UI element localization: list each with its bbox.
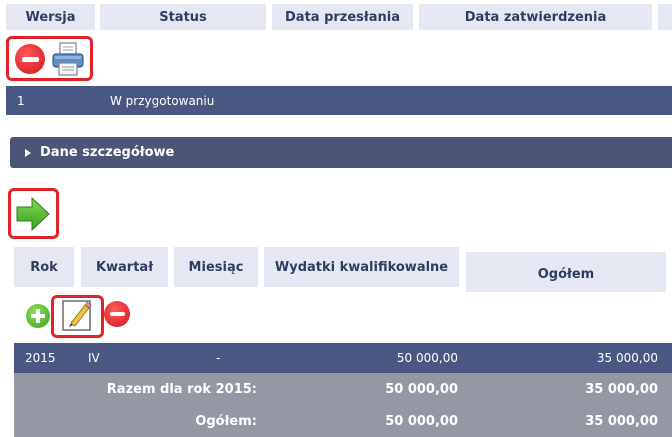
col-header-status: Status xyxy=(100,4,266,30)
version-row[interactable]: 1 W przygotowaniu xyxy=(6,86,672,115)
col-header-version: Wersja xyxy=(6,4,95,30)
triangle-right-icon xyxy=(25,148,31,157)
minus-icon xyxy=(109,312,125,316)
cell-year: 2015 xyxy=(25,351,56,365)
version-number: 1 xyxy=(17,94,25,108)
grand-total-row: Ogółem: 50 000,00 35 000,00 xyxy=(14,405,672,437)
col-header-extra xyxy=(658,4,672,30)
arrow-right-icon xyxy=(16,196,50,232)
col-header-year: Rok xyxy=(14,247,74,287)
col-header-approved-date: Data zatwierdzenia xyxy=(419,4,652,30)
cell-quarter: IV xyxy=(88,351,100,365)
cell-total: 35 000,00 xyxy=(596,351,658,365)
year-sum-label: Razem dla rok 2015: xyxy=(106,381,257,397)
delete-version-button[interactable] xyxy=(15,44,45,74)
grand-total-total: 35 000,00 xyxy=(585,413,658,429)
grand-total-eligible: 50 000,00 xyxy=(385,413,458,429)
cell-eligible: 50 000,00 xyxy=(396,351,458,365)
print-button[interactable] xyxy=(51,41,85,77)
section-title: Dane szczegółowe xyxy=(40,145,175,160)
print-icon xyxy=(52,42,84,76)
delete-row-button[interactable] xyxy=(104,301,130,327)
year-sum-row: Razem dla rok 2015: 50 000,00 35 000,00 xyxy=(14,373,672,405)
year-sum-eligible: 50 000,00 xyxy=(385,381,458,397)
table-row[interactable]: 2015 IV - 50 000,00 35 000,00 xyxy=(14,343,672,373)
year-sum-total: 35 000,00 xyxy=(585,381,658,397)
grand-total-label: Ogółem: xyxy=(195,413,257,429)
edit-icon xyxy=(62,300,92,331)
col-header-sent-date: Data przesłania xyxy=(272,4,413,30)
minus-icon xyxy=(21,56,39,62)
version-status: W przygotowaniu xyxy=(110,94,215,108)
cell-month: - xyxy=(216,351,221,365)
col-header-month: Miesiąc xyxy=(174,247,258,287)
col-header-eligible-expenses: Wydatki kwalifikowalne xyxy=(264,247,459,287)
edit-row-button[interactable] xyxy=(61,298,93,332)
next-button[interactable] xyxy=(15,196,51,232)
add-row-button[interactable] xyxy=(26,304,50,328)
col-header-quarter: Kwartał xyxy=(81,247,168,287)
details-section-toggle[interactable]: Dane szczegółowe xyxy=(10,137,672,168)
col-header-total: Ogółem xyxy=(466,252,666,292)
plus-icon xyxy=(31,309,45,323)
